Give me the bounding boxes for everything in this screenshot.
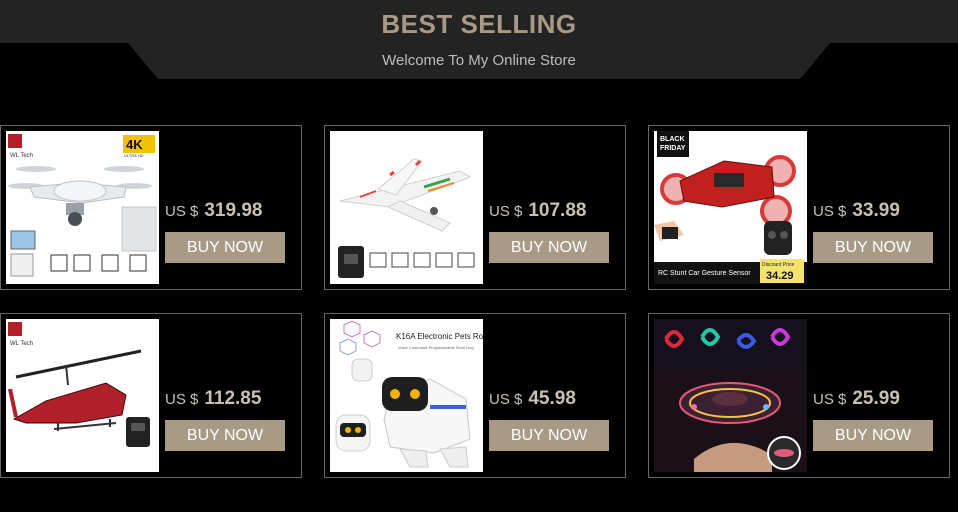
- buy-now-button[interactable]: BUY NOW: [165, 232, 285, 263]
- buy-now-button[interactable]: BUY NOW: [489, 420, 609, 451]
- price-value: 45.98: [528, 388, 576, 409]
- price-value: 25.99: [852, 388, 900, 409]
- svg-text:Discount Price: Discount Price: [762, 262, 794, 268]
- rc-helicopter-image[interactable]: WL Tech: [6, 319, 159, 472]
- brand-text: WL Tech: [10, 341, 33, 347]
- currency-label: US $: [813, 391, 847, 408]
- price-value: 107.88: [528, 200, 587, 221]
- currency-label: US $: [165, 391, 199, 408]
- camera-drone-image[interactable]: WL Tech 4K ULTRA HD: [6, 131, 159, 284]
- product-card[interactable]: BLACK FRIDAY RC Stunt Car Gesture Sensor…: [648, 125, 950, 290]
- buy-now-button[interactable]: BUY NOW: [813, 420, 933, 451]
- price: US $ 107.88: [489, 200, 619, 222]
- price-value: 112.85: [204, 388, 262, 409]
- 4k-badge: 4K: [126, 137, 143, 152]
- caption: K16A Electronic Pets Robot: [396, 332, 483, 341]
- svg-text:Voice Command Programmable Stu: Voice Command Programmable Stunt Dog: [398, 345, 474, 350]
- price: US $ 45.98: [489, 388, 619, 410]
- price-value: 33.99: [852, 200, 900, 221]
- page-subtitle: Welcome To My Online Store: [382, 52, 576, 69]
- caption: RC Stunt Car Gesture Sensor: [658, 270, 751, 277]
- price: US $ 25.99: [813, 388, 943, 410]
- product-card[interactable]: US $ 107.88 BUY NOW: [324, 125, 626, 290]
- svg-text:BLACK: BLACK: [660, 136, 685, 143]
- discount-price: 34.29: [766, 270, 794, 282]
- buy-now-button[interactable]: BUY NOW: [489, 232, 609, 263]
- price: US $ 319.98: [165, 200, 295, 222]
- product-card[interactable]: US $ 25.99 BUY NOW: [648, 313, 950, 478]
- flying-spinner-ufo-image[interactable]: [654, 319, 807, 472]
- price: US $ 112.85: [165, 388, 295, 410]
- rc-stunt-car-image[interactable]: BLACK FRIDAY RC Stunt Car Gesture Sensor…: [654, 131, 807, 284]
- page-title: BEST SELLING: [381, 9, 577, 39]
- rc-glider-plane-image[interactable]: [330, 131, 483, 284]
- product-card[interactable]: WL Tech 4K ULTRA HD US $ 319.98 BUY NOW: [0, 125, 302, 290]
- product-card[interactable]: WL Tech US $ 112.85 BUY NOW: [0, 313, 302, 478]
- currency-label: US $: [489, 391, 523, 408]
- price: US $ 33.99: [813, 200, 943, 222]
- robot-dog-image[interactable]: K16A Electronic Pets Robot Voice Command…: [330, 319, 483, 472]
- currency-label: US $: [813, 203, 847, 220]
- currency-label: US $: [489, 203, 523, 220]
- buy-now-button[interactable]: BUY NOW: [165, 420, 285, 451]
- price-value: 319.98: [204, 200, 263, 221]
- buy-now-button[interactable]: BUY NOW: [813, 232, 933, 263]
- currency-label: US $: [165, 203, 199, 220]
- brand-text: WL Tech: [10, 153, 33, 159]
- svg-text:FRIDAY: FRIDAY: [660, 145, 686, 152]
- svg-text:ULTRA HD: ULTRA HD: [124, 153, 144, 158]
- product-card[interactable]: K16A Electronic Pets Robot Voice Command…: [324, 313, 626, 478]
